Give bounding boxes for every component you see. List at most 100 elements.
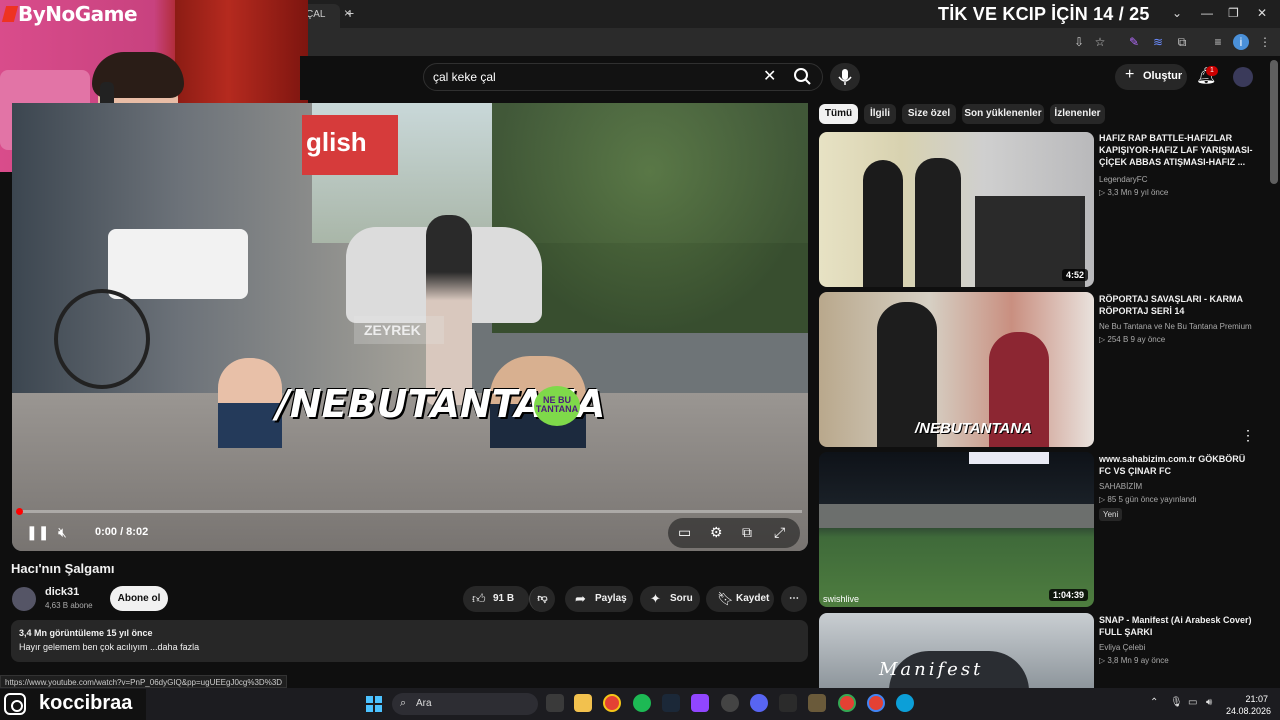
pause-icon[interactable]: ❚❚ xyxy=(26,524,49,541)
discord-icon[interactable] xyxy=(750,694,768,712)
description-box[interactable] xyxy=(11,620,808,662)
rec-title[interactable]: www.sahabizim.com.tr GÖKBÖRÜ FC VS ÇINAR… xyxy=(1099,453,1259,477)
voice-search-button[interactable] xyxy=(830,63,860,91)
ask-label: Soru xyxy=(670,593,693,604)
shop-sign: glish xyxy=(302,115,398,175)
subscribe-button[interactable]: Abone ol xyxy=(110,586,168,611)
rec-thumbnail[interactable]: Manifest xyxy=(819,613,1094,688)
new-tab-button[interactable]: + xyxy=(346,5,354,21)
app-icon[interactable] xyxy=(808,694,826,712)
scoreboard xyxy=(969,452,1049,464)
profile-icon[interactable]: i xyxy=(1233,34,1249,50)
views-and-date: 3,4 Mn görüntüleme 15 yıl önce xyxy=(19,628,153,638)
channel-avatar[interactable] xyxy=(12,587,36,611)
progress-bar[interactable] xyxy=(18,510,802,513)
rec-thumbnail[interactable]: swishlive 1:04:39 xyxy=(819,452,1094,607)
fullscreen-icon[interactable]: ⤢ xyxy=(774,524,785,541)
app-icon[interactable] xyxy=(779,694,797,712)
extensions-puzzle-icon[interactable]: ⧉ xyxy=(1174,34,1190,50)
subscriber-count: 4,63 B abone xyxy=(45,601,93,610)
mic-tray-icon[interactable]: 🎙︎ xyxy=(1170,697,1183,708)
thumbs-down-icon: 👎︎ xyxy=(537,593,548,604)
browser-menu-icon[interactable]: ⋮ xyxy=(1257,34,1273,50)
status-bar-url: https://www.youtube.com/watch?v=PnP_06dy… xyxy=(0,675,288,688)
taskbar-search-icon: ⌕ xyxy=(400,697,407,709)
instagram-icon xyxy=(4,693,26,715)
thumbnail-figure xyxy=(915,158,961,287)
extension-wave-icon[interactable]: ≋ xyxy=(1150,34,1166,50)
edge-icon[interactable] xyxy=(896,694,914,712)
file-explorer-icon[interactable] xyxy=(574,694,592,712)
taskbar-clock[interactable]: 21:07 24.08.2026 xyxy=(1226,693,1271,717)
account-avatar[interactable] xyxy=(1233,67,1253,87)
search-input[interactable]: çal keke çal xyxy=(433,70,496,84)
plus-icon: + xyxy=(1125,66,1135,83)
rec-channel[interactable]: Evliya Çelebi xyxy=(1099,643,1145,652)
minimize-button[interactable]: — xyxy=(1201,6,1213,20)
duration-badge: 1:04:39 xyxy=(1048,589,1088,601)
like-count: 91 B xyxy=(493,593,515,604)
rec-channel[interactable]: LegendaryFC xyxy=(1099,175,1147,184)
more-actions-button[interactable]: ⋯ xyxy=(781,586,807,612)
notification-count-badge: 1 xyxy=(1206,66,1218,76)
thumbnail-figure xyxy=(863,160,903,287)
chrome-profile-icon[interactable] xyxy=(838,694,856,712)
pedestrian xyxy=(426,215,472,405)
sparkle-icon: ✦ xyxy=(650,591,661,606)
rec-meta: ▷ 3,3 Mn 9 yıl önce xyxy=(1099,188,1169,197)
bookmark-star-icon[interactable]: ☆ xyxy=(1092,34,1108,50)
dislike-button[interactable]: 👎︎ xyxy=(529,586,555,612)
extension-pen-icon[interactable]: ✎ xyxy=(1126,34,1142,50)
channel-watermark: ZEYREK xyxy=(354,316,444,344)
search-icon xyxy=(794,68,811,85)
windows-start-icon[interactable] xyxy=(366,696,382,712)
chrome-profile-icon[interactable] xyxy=(867,694,885,712)
chip-recent[interactable]: Son yüklenenler xyxy=(962,104,1044,124)
miniplayer-icon[interactable]: ⧉ xyxy=(742,524,752,541)
more-icon: ⋯ xyxy=(789,593,799,604)
taskbar-search[interactable] xyxy=(392,693,538,715)
rec-meta: ▷ 254 B 9 ay önce xyxy=(1099,335,1166,344)
microphone-icon xyxy=(838,69,852,85)
tray-chevron-icon[interactable]: ⌃ xyxy=(1150,697,1158,708)
clear-search-icon[interactable]: ✕ xyxy=(763,66,776,86)
obs-icon[interactable] xyxy=(721,694,739,712)
bicycle xyxy=(54,289,150,389)
steam-icon[interactable] xyxy=(662,694,680,712)
chip-for-you[interactable]: Size özel xyxy=(902,104,956,124)
task-view-icon[interactable] xyxy=(546,694,564,712)
rec-channel[interactable]: Ne Bu Tantana ve Ne Bu Tantana Premium xyxy=(1099,322,1252,331)
chip-watched[interactable]: İzlenenler xyxy=(1050,104,1105,124)
mute-icon[interactable]: 🔇︎ xyxy=(58,524,67,541)
ask-button[interactable]: Soru xyxy=(640,586,700,612)
settings-gear-icon[interactable]: ⚙ xyxy=(710,524,723,541)
close-window-button[interactable]: ✕ xyxy=(1257,6,1267,20)
rec-more-icon[interactable]: ⋮ xyxy=(1241,427,1255,444)
spotify-icon[interactable] xyxy=(633,694,651,712)
rec-thumbnail[interactable]: /NEBUTANTANA xyxy=(819,292,1094,447)
maximize-button[interactable]: ❐ xyxy=(1228,6,1239,20)
search-button[interactable] xyxy=(786,63,822,91)
volume-icon[interactable]: 🔊︎ xyxy=(1206,697,1212,708)
rec-channel[interactable]: SAHABİZİM xyxy=(1099,482,1142,491)
rec-title[interactable]: RÖPORTAJ SAVAŞLARI - KARMA RÖPORTAJ SERİ… xyxy=(1099,293,1259,317)
scrollbar[interactable] xyxy=(1270,60,1278,184)
channel-name[interactable]: dick31 xyxy=(45,586,79,598)
stadium-wall xyxy=(819,504,1094,528)
rec-title[interactable]: HAFIZ RAP BATTLE-HAFIZLAR KAPIŞIYOR-HAFI… xyxy=(1099,132,1259,168)
chip-all[interactable]: Tümü xyxy=(819,104,858,124)
chrome-icon[interactable] xyxy=(603,694,621,712)
install-icon[interactable]: ⇩ xyxy=(1071,34,1087,50)
twitch-icon[interactable] xyxy=(691,694,709,712)
rec-title[interactable]: SNAP - Manifest (Ai Arabesk Cover) FULL … xyxy=(1099,614,1259,638)
progress-scrubber[interactable] xyxy=(16,508,23,515)
network-icon[interactable]: ▭ xyxy=(1188,697,1197,708)
chip-related[interactable]: İlgili xyxy=(864,104,896,124)
subtitles-icon[interactable]: ▭ xyxy=(678,524,691,541)
stream-overlay-title: TİK VE KCIP İÇİN 14 / 25 xyxy=(938,4,1150,24)
tab-search-icon[interactable]: ⌄ xyxy=(1172,6,1182,20)
taskbar-search-label: Ara xyxy=(416,698,432,709)
media-queue-icon[interactable]: ≡ xyxy=(1210,34,1226,50)
instagram-handle: koccibraa xyxy=(39,692,133,714)
rec-thumbnail[interactable]: 4:52 xyxy=(819,132,1094,287)
